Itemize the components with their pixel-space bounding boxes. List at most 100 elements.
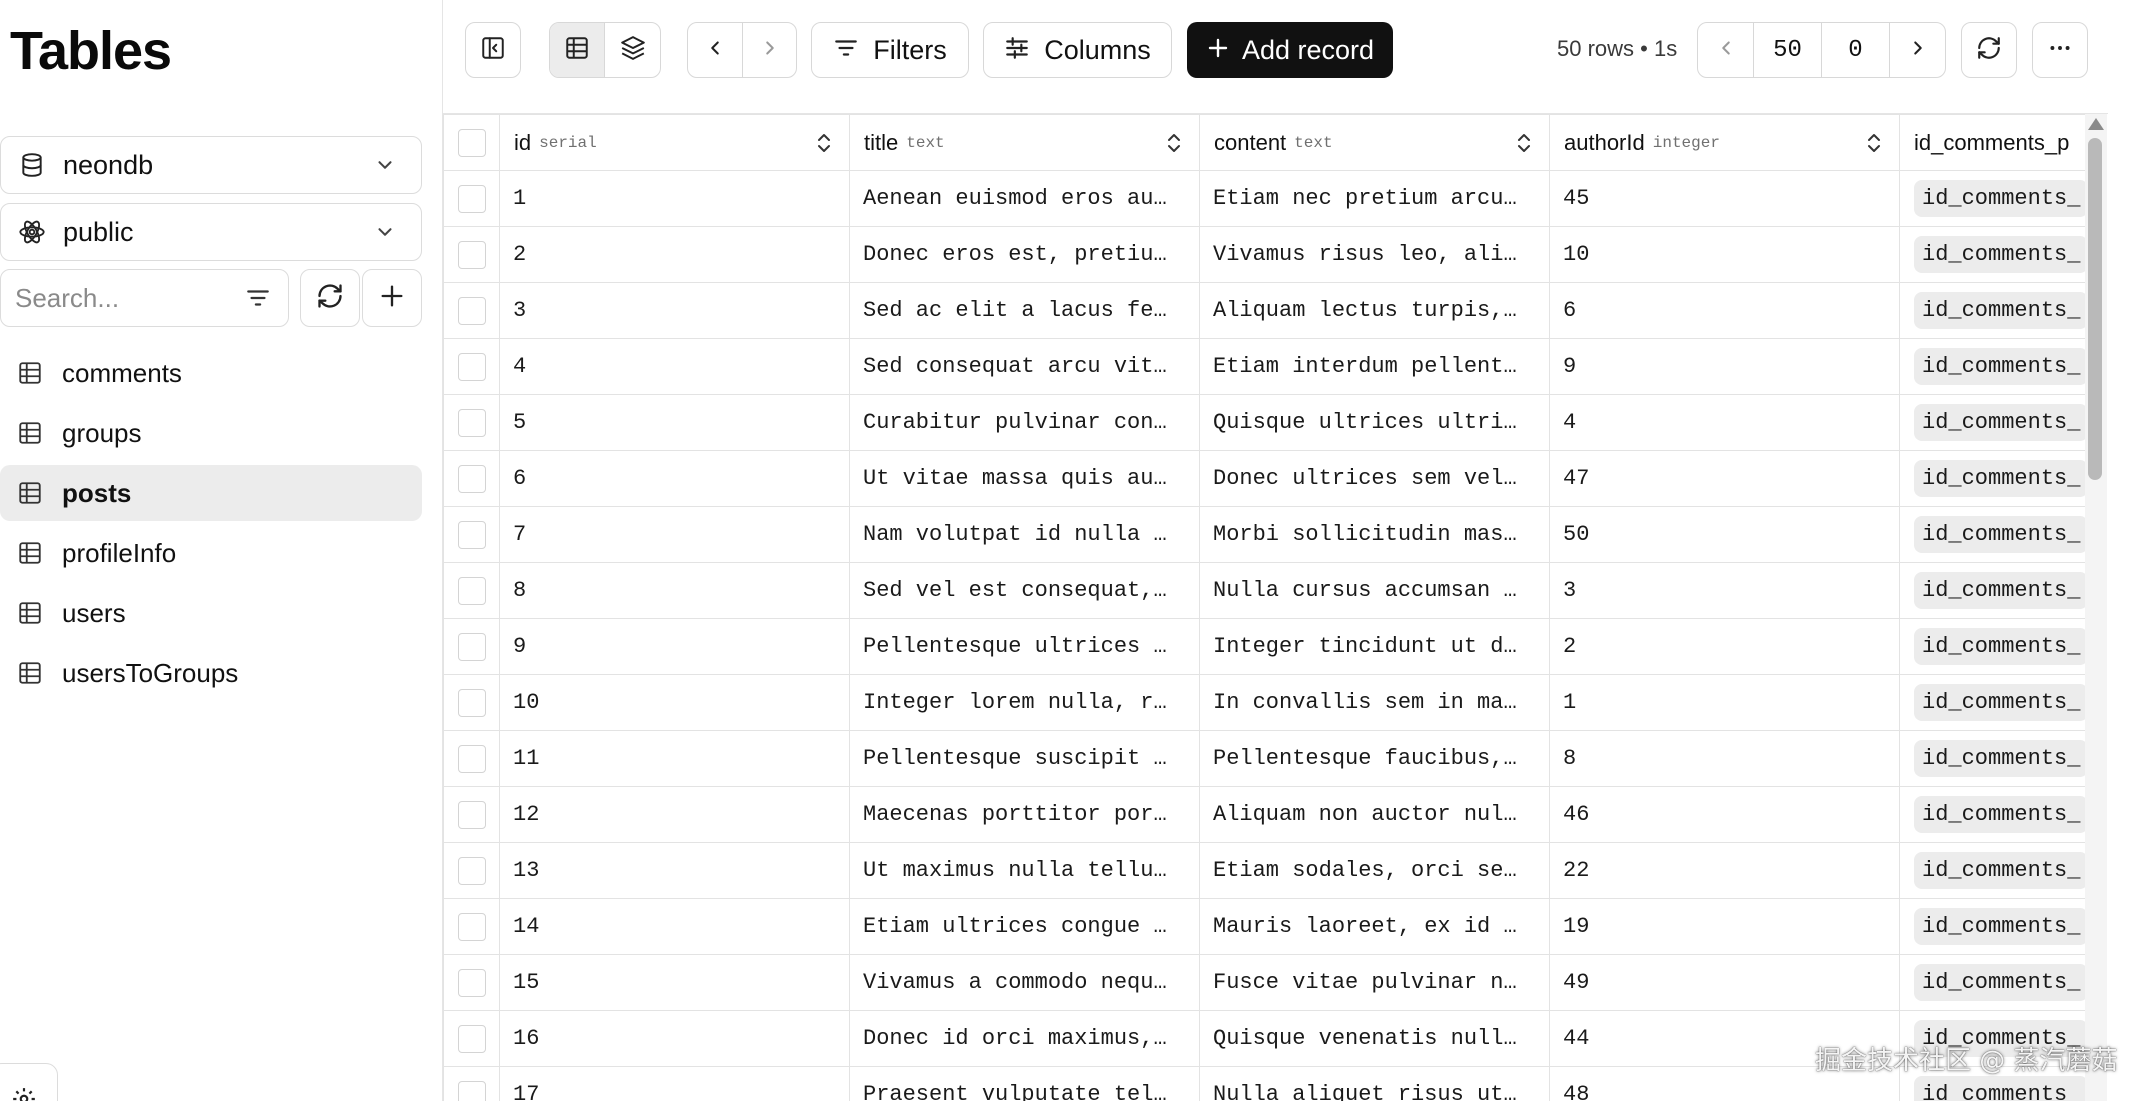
- row-checkbox[interactable]: [457, 968, 486, 997]
- row-checkbox[interactable]: [457, 856, 486, 885]
- cell-title[interactable]: Ut maximus nulla tellu…: [849, 842, 1200, 899]
- sort-icon[interactable]: [1863, 131, 1885, 155]
- table-item-posts[interactable]: posts: [0, 465, 422, 521]
- cell-title[interactable]: Praesent vulputate tel…: [849, 1066, 1200, 1101]
- cell-title[interactable]: Integer lorem nulla, r…: [849, 674, 1200, 731]
- cell-content[interactable]: Etiam interdum pellent…: [1199, 338, 1550, 395]
- toggle-sidebar-button[interactable]: [465, 22, 521, 78]
- refresh-button[interactable]: [1961, 22, 2017, 78]
- schema-select[interactable]: public: [0, 203, 422, 261]
- cell-title[interactable]: Nam volutpat id nulla …: [849, 506, 1200, 563]
- sort-icon[interactable]: [1163, 131, 1185, 155]
- table-item-groups[interactable]: groups: [0, 405, 422, 461]
- table-row[interactable]: 15 Vivamus a commodo nequ… Fusce vitae pul…: [443, 954, 2085, 1011]
- table-row[interactable]: 7 Nam volutpat id nulla … Morbi sollicitud…: [443, 506, 2085, 563]
- settings-button[interactable]: [0, 1063, 58, 1101]
- column-header-authorid[interactable]: authorId integer: [1549, 114, 1900, 171]
- table-row[interactable]: 6 Ut vitae massa quis au… Donec ultrices s…: [443, 450, 2085, 507]
- cell-content[interactable]: Nulla cursus accumsan …: [1199, 562, 1550, 619]
- cell-title[interactable]: Sed vel est consequat,…: [849, 562, 1200, 619]
- cell-content[interactable]: Integer tincidunt ut d…: [1199, 618, 1550, 675]
- cell-content[interactable]: Nulla aliquet risus ut…: [1199, 1066, 1550, 1101]
- grid-view-button[interactable]: [550, 23, 605, 77]
- cell-title[interactable]: Donec id orci maximus,…: [849, 1010, 1200, 1067]
- page-size-input[interactable]: 50: [1753, 23, 1821, 77]
- row-checkbox[interactable]: [457, 1080, 486, 1101]
- table-row[interactable]: 11 Pellentesque suscipit … Pellentesque fa…: [443, 730, 2085, 787]
- column-header-relation[interactable]: id_comments_p: [1899, 114, 2085, 171]
- cell-content[interactable]: Fusce vitae pulvinar n…: [1199, 954, 1550, 1011]
- cell-id[interactable]: 3: [499, 282, 850, 339]
- row-checkbox[interactable]: [457, 688, 486, 717]
- cell-title[interactable]: Etiam ultrices congue …: [849, 898, 1200, 955]
- row-checkbox[interactable]: [457, 800, 486, 829]
- cell-authorid[interactable]: 4: [1549, 394, 1900, 451]
- cell-authorid[interactable]: 19: [1549, 898, 1900, 955]
- cell-content[interactable]: Mauris laoreet, ex id …: [1199, 898, 1550, 955]
- select-all-checkbox[interactable]: [457, 128, 486, 157]
- cell-id[interactable]: 7: [499, 506, 850, 563]
- row-checkbox[interactable]: [457, 184, 486, 213]
- filter-icon[interactable]: [242, 282, 274, 314]
- next-page-button[interactable]: [1889, 23, 1945, 77]
- relation-chip[interactable]: id_comments_: [1914, 460, 2085, 497]
- cell-authorid[interactable]: 49: [1549, 954, 1900, 1011]
- relation-chip[interactable]: id_comments_: [1914, 572, 2085, 609]
- cell-id[interactable]: 17: [499, 1066, 850, 1101]
- cell-content[interactable]: Aliquam non auctor nul…: [1199, 786, 1550, 843]
- row-checkbox[interactable]: [457, 352, 486, 381]
- cell-id[interactable]: 12: [499, 786, 850, 843]
- sort-icon[interactable]: [1513, 131, 1535, 155]
- cell-authorid[interactable]: 2: [1549, 618, 1900, 675]
- cell-id[interactable]: 16: [499, 1010, 850, 1067]
- sort-icon[interactable]: [813, 131, 835, 155]
- table-row[interactable]: 9 Pellentesque ultrices … Integer tincidun…: [443, 618, 2085, 675]
- table-item-profileinfo[interactable]: profileInfo: [0, 525, 422, 581]
- table-row[interactable]: 12 Maecenas porttitor por… Aliquam non auc…: [443, 786, 2085, 843]
- table-row[interactable]: 3 Sed ac elit a lacus fe… Aliquam lectus t…: [443, 282, 2085, 339]
- cell-authorid[interactable]: 45: [1549, 170, 1900, 227]
- cell-title[interactable]: Aenean euismod eros au…: [849, 170, 1200, 227]
- cell-id[interactable]: 8: [499, 562, 850, 619]
- cell-content[interactable]: Quisque ultrices ultri…: [1199, 394, 1550, 451]
- cell-id[interactable]: 5: [499, 394, 850, 451]
- cell-id[interactable]: 10: [499, 674, 850, 731]
- table-row[interactable]: 8 Sed vel est consequat,… Nulla cursus acc…: [443, 562, 2085, 619]
- relation-chip[interactable]: id_comments_: [1914, 684, 2085, 721]
- row-checkbox[interactable]: [457, 744, 486, 773]
- cell-id[interactable]: 2: [499, 226, 850, 283]
- cell-id[interactable]: 4: [499, 338, 850, 395]
- back-button[interactable]: [688, 23, 742, 77]
- table-search-input[interactable]: [15, 282, 235, 314]
- relation-chip[interactable]: id_comments_: [1914, 236, 2085, 273]
- row-checkbox[interactable]: [457, 632, 486, 661]
- row-checkbox[interactable]: [457, 240, 486, 269]
- table-item-comments[interactable]: comments: [0, 345, 422, 401]
- cell-title[interactable]: Sed ac elit a lacus fe…: [849, 282, 1200, 339]
- cell-content[interactable]: In convallis sem in ma…: [1199, 674, 1550, 731]
- cell-title[interactable]: Pellentesque suscipit …: [849, 730, 1200, 787]
- table-item-userstogroups[interactable]: usersToGroups: [0, 645, 422, 701]
- row-checkbox[interactable]: [457, 576, 486, 605]
- table-row[interactable]: 5 Curabitur pulvinar con… Quisque ultrices…: [443, 394, 2085, 451]
- table-row[interactable]: 2 Donec eros est, pretiu… Vivamus risus le…: [443, 226, 2085, 283]
- cell-authorid[interactable]: 10: [1549, 226, 1900, 283]
- cell-content[interactable]: Vivamus risus leo, ali…: [1199, 226, 1550, 283]
- cell-authorid[interactable]: 1: [1549, 674, 1900, 731]
- columns-button[interactable]: Columns: [983, 22, 1172, 78]
- table-row[interactable]: 1 Aenean euismod eros au… Etiam nec pretiu…: [443, 170, 2085, 227]
- row-checkbox[interactable]: [457, 1024, 486, 1053]
- cell-authorid[interactable]: 9: [1549, 338, 1900, 395]
- prev-page-button[interactable]: [1698, 23, 1753, 77]
- add-table-button[interactable]: [362, 269, 422, 327]
- relation-chip[interactable]: id_comments_: [1914, 180, 2085, 217]
- table-row[interactable]: 4 Sed consequat arcu vit… Etiam interdum p…: [443, 338, 2085, 395]
- relation-chip[interactable]: id_comments_: [1914, 796, 2085, 833]
- filters-button[interactable]: Filters: [811, 22, 969, 78]
- row-checkbox[interactable]: [457, 408, 486, 437]
- cell-id[interactable]: 15: [499, 954, 850, 1011]
- cell-content[interactable]: Etiam sodales, orci se…: [1199, 842, 1550, 899]
- cell-title[interactable]: Ut vitae massa quis au…: [849, 450, 1200, 507]
- cell-id[interactable]: 11: [499, 730, 850, 787]
- relation-chip[interactable]: id_comments_: [1914, 964, 2085, 1001]
